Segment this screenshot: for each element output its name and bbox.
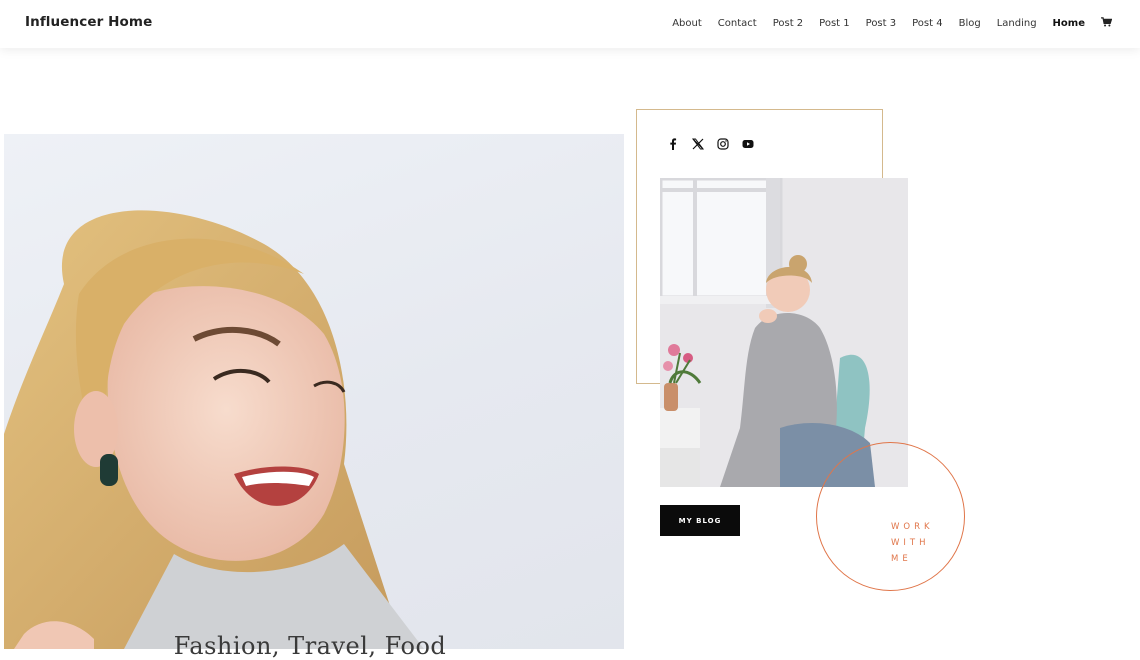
- my-blog-button[interactable]: MY BLOG: [660, 505, 740, 536]
- nav-about[interactable]: About: [672, 18, 702, 29]
- nav-post-4[interactable]: Post 4: [912, 18, 942, 29]
- nav-post-2[interactable]: Post 2: [773, 18, 803, 29]
- nav-home[interactable]: Home: [1053, 18, 1085, 29]
- featured-photo: [660, 178, 908, 487]
- youtube-icon[interactable]: [741, 137, 755, 151]
- nav-landing[interactable]: Landing: [997, 18, 1037, 29]
- cart-icon[interactable]: [1101, 17, 1112, 30]
- site-header: Influencer Home About Contact Post 2 Pos…: [0, 0, 1140, 48]
- social-icons: [666, 137, 755, 151]
- nav-post-3[interactable]: Post 3: [866, 18, 896, 29]
- facebook-icon[interactable]: [666, 137, 680, 151]
- hero-image: [4, 134, 624, 649]
- nav-post-1[interactable]: Post 1: [819, 18, 849, 29]
- hero-caption: Fashion, Travel, Food: [173, 632, 447, 660]
- nav-contact[interactable]: Contact: [718, 18, 757, 29]
- hero-portrait-illustration: [4, 210, 424, 649]
- nav-blog[interactable]: Blog: [959, 18, 981, 29]
- work-with-me-link[interactable]: WORK WITH ME: [891, 519, 951, 567]
- work-with-me-circle: [816, 442, 965, 591]
- main-nav: About Contact Post 2 Post 1 Post 3 Post …: [672, 17, 1112, 30]
- woman-seated-illustration: [660, 178, 908, 487]
- site-logo[interactable]: Influencer Home: [25, 14, 152, 30]
- instagram-icon[interactable]: [716, 137, 730, 151]
- x-icon[interactable]: [691, 137, 705, 151]
